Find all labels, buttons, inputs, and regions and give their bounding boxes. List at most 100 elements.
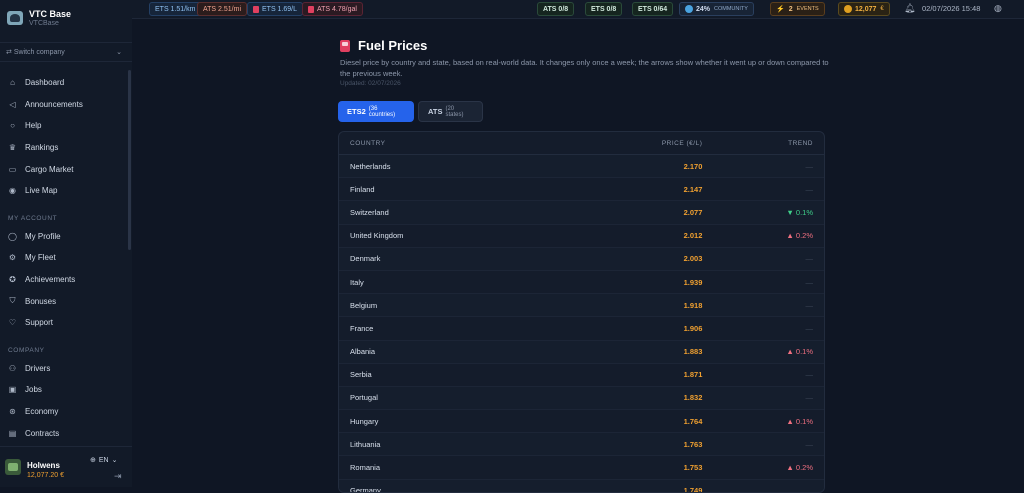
- brand-subtitle: VTCBase: [29, 20, 59, 27]
- sidebar-item-label: Cargo Market: [25, 164, 74, 174]
- sidebar-item-label: Live Map: [25, 186, 58, 196]
- sidebar-scrollbar[interactable]: [128, 70, 131, 250]
- bell-icon[interactable]: 🔔︎: [904, 3, 915, 14]
- cell-price: 1.832: [683, 393, 703, 403]
- trophy-icon: ♛: [8, 143, 17, 153]
- tab-ets2[interactable]: ETS2 (36 countries): [338, 101, 414, 122]
- user-icon: ◯: [8, 231, 17, 241]
- cell-price: 1.749: [683, 486, 703, 493]
- brand-name: VTC Base: [29, 9, 72, 19]
- cell-trend: —: [805, 161, 814, 171]
- jobs-counter-total[interactable]: ETS 0/64: [632, 2, 674, 16]
- cell-trend: ▲ 0.1%: [786, 347, 813, 357]
- jobs-counter-ets[interactable]: ETS 0/8: [585, 2, 623, 16]
- sidebar-item-my-profile[interactable]: ◯ My Profile: [0, 226, 126, 248]
- sidebar: VTC Base VTCBase ⇄ Switch company ⌄ ⌂ Das…: [0, 0, 133, 487]
- page-description: Diesel price by country and state, based…: [340, 58, 829, 78]
- users-icon: ⚇: [8, 363, 17, 373]
- sidebar-item-help[interactable]: ○ Help: [0, 115, 126, 137]
- cell-country: Portugal: [350, 393, 378, 403]
- sidebar-item-cargo-market[interactable]: ▭ Cargo Market: [0, 158, 126, 180]
- chevron-down-icon: ⌄: [111, 457, 118, 464]
- sidebar-item-achievements[interactable]: ✪ Achievements: [0, 269, 126, 291]
- sidebar-item-label: Rankings: [25, 143, 59, 153]
- coin-icon: ⊛: [9, 407, 16, 417]
- sidebar-item-contracts[interactable]: ▤ Contracts: [0, 422, 126, 444]
- cell-trend: —: [805, 393, 814, 403]
- table-row: Albania 1.883 ▲ 0.1%: [339, 340, 824, 364]
- cell-price: 1.871: [683, 370, 703, 380]
- brand-logo-icon: [7, 11, 23, 25]
- cell-country: Germany: [350, 486, 381, 493]
- column-header-price[interactable]: PRICE (€/L): [644, 140, 703, 147]
- sidebar-item-label: Bonuses: [25, 296, 57, 306]
- cell-price: 1.753: [683, 463, 703, 473]
- language-label: EN: [98, 456, 109, 464]
- table-row: Denmark 2.003 —: [339, 247, 824, 271]
- cell-price: 2.012: [683, 231, 703, 241]
- fuel-pump-icon: [308, 5, 314, 13]
- home-icon: ⌂: [10, 78, 15, 88]
- sidebar-item-support[interactable]: ♡ Support: [0, 312, 126, 334]
- column-header-country[interactable]: COUNTRY: [339, 140, 644, 147]
- events-badge[interactable]: ⚡ 2 EVENTS: [770, 2, 825, 16]
- chevron-down-icon: ⌄: [116, 49, 122, 56]
- table-row: Switzerland 2.077 ▼ 0.1%: [339, 201, 824, 225]
- sidebar-item-economy[interactable]: ⊛ Economy: [0, 401, 126, 423]
- table-row: Germany 1.749: [339, 479, 824, 493]
- cell-trend: ▲ 0.2%: [786, 231, 813, 241]
- table-row: Portugal 1.832 —: [339, 386, 824, 411]
- switch-icon: ⇄: [6, 49, 12, 56]
- sidebar-item-label: Announcements: [25, 99, 83, 109]
- sidebar-item-label: Contracts: [25, 428, 60, 438]
- sidebar-item-live-map[interactable]: ◉ Live Map: [0, 180, 126, 202]
- award-icon: ✪: [9, 275, 16, 285]
- switch-company-dropdown[interactable]: ⇄ Switch company ⌄: [0, 42, 132, 62]
- language-selector[interactable]: ⊕ EN ⌄: [90, 456, 118, 465]
- tab-ats[interactable]: ATS (20 states): [418, 101, 483, 122]
- cell-country: Italy: [350, 277, 364, 287]
- cell-trend: —: [805, 254, 814, 264]
- cell-trend: —: [805, 277, 814, 287]
- coins-balance[interactable]: 12,077 €: [838, 2, 890, 16]
- map-pin-icon: ◉: [9, 186, 16, 196]
- lightning-icon: ⚡: [776, 6, 785, 13]
- sidebar-item-label: My Profile: [25, 231, 61, 241]
- sidebar-item-announcements[interactable]: ◁ Announcements: [0, 94, 126, 116]
- sidebar-item-jobs[interactable]: ▣ Jobs: [0, 379, 126, 401]
- table-row: Netherlands 2.170 —: [339, 155, 824, 179]
- cell-country: United Kingdom: [350, 231, 404, 241]
- document-icon: ▤: [8, 428, 17, 438]
- sidebar-item-label: Help: [25, 121, 42, 131]
- section-title-company: COMPANY: [8, 347, 45, 355]
- cell-country: Belgium: [350, 300, 378, 310]
- user-balance: 12,077.20 €: [27, 472, 64, 479]
- sidebar-item-label: Economy: [25, 407, 59, 417]
- sidebar-item-dashboard[interactable]: ⌂ Dashboard: [0, 72, 126, 94]
- brand[interactable]: VTC Base VTCBase: [0, 0, 132, 36]
- top-bar: ETS 1.51/km ATS 2.51/mi ETS 1.69/L ATS 4…: [132, 0, 1024, 19]
- fuel-pump-icon: [253, 5, 259, 13]
- main-content: Fuel Prices Diesel price by country and …: [132, 19, 1024, 493]
- fleet-icon: ⚙: [8, 253, 17, 263]
- community-progress[interactable]: 24% COMMUNITY: [679, 2, 754, 16]
- cell-country: Netherlands: [350, 161, 391, 171]
- cell-price: 1.764: [683, 416, 703, 426]
- switch-company-label: Switch company: [13, 49, 65, 56]
- table-row: Serbia 1.871 —: [339, 364, 824, 387]
- logout-icon[interactable]: ⇥: [114, 471, 122, 482]
- sidebar-item-rankings[interactable]: ♛ Rankings: [0, 137, 126, 159]
- table-row: Romania 1.753 ▲ 0.2%: [339, 456, 824, 480]
- cell-country: Finland: [350, 184, 375, 194]
- jobs-counter-ats[interactable]: ATS 0/8: [537, 2, 575, 16]
- cell-trend: —: [805, 439, 814, 449]
- sidebar-item-my-fleet[interactable]: ⚙ My Fleet: [0, 247, 126, 269]
- sidebar-item-label: My Fleet: [25, 253, 56, 263]
- briefcase-icon: ▣: [8, 385, 17, 395]
- discord-icon[interactable]: ◍: [994, 3, 1002, 14]
- sidebar-item-drivers[interactable]: ⚇ Drivers: [0, 358, 126, 380]
- avatar[interactable]: [5, 459, 21, 475]
- cell-price: 1.939: [683, 277, 703, 287]
- sidebar-item-bonuses[interactable]: ⛉ Bonuses: [0, 290, 126, 312]
- column-header-trend[interactable]: TREND: [702, 140, 824, 147]
